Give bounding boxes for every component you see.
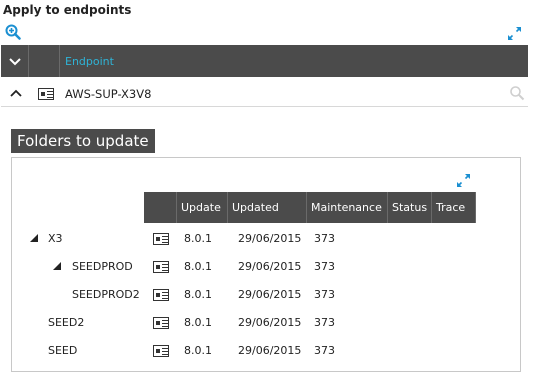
card-icon (153, 289, 169, 301)
type-column-header (144, 192, 177, 223)
expand-triangle-icon[interactable] (53, 262, 61, 270)
folder-name: X3 (48, 232, 63, 245)
expand-icon[interactable] (507, 26, 522, 41)
zoom-in-icon[interactable] (5, 24, 21, 40)
folder-row-seed2[interactable]: SEED2 8.0.1 29/06/2015 373 (20, 309, 475, 337)
endpoint-column-header[interactable]: Endpoint (65, 55, 114, 68)
expand-icon[interactable] (456, 173, 471, 188)
updated-column-header[interactable]: Updated (228, 192, 307, 223)
updated-value: 29/06/2015 (238, 316, 302, 329)
trace-column-header[interactable]: Trace (432, 192, 476, 223)
endpoints-section-title: Apply to endpoints (3, 3, 132, 17)
card-icon (153, 233, 169, 245)
update-value: 8.0.1 (184, 316, 212, 329)
updated-value: 29/06/2015 (238, 344, 302, 357)
folder-row-x3[interactable]: X3 8.0.1 29/06/2015 373 (20, 225, 475, 253)
card-icon (153, 317, 169, 329)
endpoint-row[interactable]: AWS-SUP-X3V8 (1, 79, 528, 107)
maintenance-value: 373 (314, 232, 335, 245)
folder-row-seedprod[interactable]: SEEDPROD 8.0.1 29/06/2015 373 (20, 253, 475, 281)
update-value: 8.0.1 (184, 288, 212, 301)
updated-value: 29/06/2015 (238, 232, 302, 245)
update-value: 8.0.1 (184, 232, 212, 245)
expand-triangle-icon[interactable] (30, 234, 38, 242)
toggle-all-button[interactable] (1, 45, 29, 77)
maintenance-column-header[interactable]: Maintenance (307, 192, 388, 223)
search-icon[interactable] (509, 85, 525, 101)
maintenance-value: 373 (314, 260, 335, 273)
maintenance-value: 373 (314, 316, 335, 329)
maintenance-value: 373 (314, 288, 335, 301)
status-column-header[interactable]: Status (388, 192, 432, 223)
chevron-up-icon[interactable] (9, 87, 23, 99)
card-icon (38, 88, 54, 100)
updated-value: 29/06/2015 (238, 260, 302, 273)
folders-section-title: Folders to update (11, 129, 155, 153)
chevron-down-icon (9, 58, 21, 66)
folder-name: SEED (48, 344, 78, 357)
folder-name: SEEDPROD2 (72, 288, 140, 301)
endpoint-type-column (29, 45, 60, 77)
card-icon (153, 345, 169, 357)
card-icon (153, 261, 169, 273)
folder-row-seed[interactable]: SEED 8.0.1 29/06/2015 373 (20, 337, 475, 365)
endpoint-name: AWS-SUP-X3V8 (65, 87, 152, 101)
maintenance-value: 373 (314, 344, 335, 357)
folder-row-seedprod2[interactable]: SEEDPROD2 8.0.1 29/06/2015 373 (20, 281, 475, 309)
update-column-header[interactable]: Update (177, 192, 228, 223)
endpoints-table-header: Endpoint (1, 45, 528, 77)
folder-name: SEEDPROD (72, 260, 133, 273)
updated-value: 29/06/2015 (238, 288, 302, 301)
update-value: 8.0.1 (184, 344, 212, 357)
folder-name: SEED2 (48, 316, 85, 329)
update-value: 8.0.1 (184, 260, 212, 273)
